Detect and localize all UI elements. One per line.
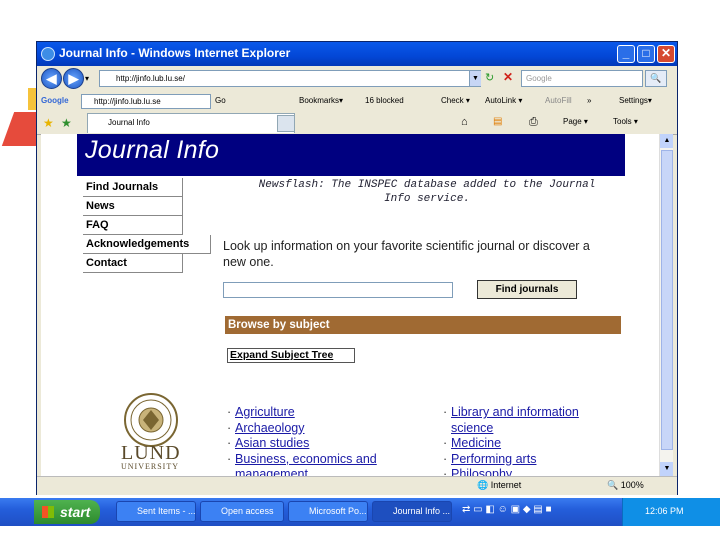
vertical-scrollbar[interactable]: ▲ ▼: [659, 134, 673, 476]
newsflash-line-2: Info service.: [384, 193, 470, 205]
refresh-icon[interactable]: ↻: [485, 71, 494, 84]
subject-library-science[interactable]: · Library and information: [443, 405, 579, 421]
globe-icon: 🌐: [477, 480, 491, 490]
google-settings-menu[interactable]: Settings▾: [619, 96, 652, 105]
nav-acknowledgements[interactable]: Acknowledgements: [83, 235, 211, 254]
subject-library-science-cont[interactable]: science: [443, 421, 493, 437]
taskbar: start Sent Items - ... Open access Micro…: [0, 498, 720, 526]
subject-asian-studies[interactable]: · Asian studies: [227, 436, 309, 452]
taskbar-microsoft-powerpoint[interactable]: Microsoft Po...: [288, 501, 368, 522]
scroll-up-arrow-icon[interactable]: ▲: [660, 134, 673, 148]
home-icon[interactable]: ⌂: [461, 116, 468, 128]
find-journals-button[interactable]: Find journals: [477, 280, 577, 299]
autofill-button[interactable]: AutoFill: [545, 96, 572, 105]
zoom-level[interactable]: 🔍 100%: [607, 480, 644, 491]
tools-menu[interactable]: Tools ▾: [613, 117, 638, 126]
nav-contact[interactable]: Contact: [83, 254, 183, 273]
scroll-thumb[interactable]: [661, 150, 673, 450]
expand-subject-tree-button[interactable]: Expand Subject Tree: [227, 348, 355, 363]
google-logo: Google: [41, 96, 69, 105]
tab-journal-info[interactable]: Journal Info: [87, 113, 295, 133]
google-toolbar: Google http://jinfo.lub.lu.se Go Bookmar…: [37, 92, 677, 112]
nav-news[interactable]: News: [83, 197, 183, 216]
subject-archaeology[interactable]: · Archaeology: [227, 421, 305, 437]
google-search-field[interactable]: http://jinfo.lub.lu.se: [81, 94, 211, 109]
journal-info-page: Journal Info Find Journals News FAQ Ackn…: [77, 134, 625, 476]
system-tray: 12:06 PM: [622, 498, 720, 526]
status-bar: 🌐 Internet 🔍 100%: [37, 476, 677, 495]
minimize-button[interactable]: _: [617, 45, 635, 63]
subject-philosophy[interactable]: · Philosophy: [443, 467, 512, 476]
bookmarks-menu[interactable]: Bookmarks▾: [299, 96, 343, 105]
windows-flag-icon: [42, 506, 54, 518]
page-content: Journal Info Find Journals News FAQ Ackn…: [41, 134, 673, 476]
security-zone: 🌐 Internet: [477, 480, 522, 490]
maximize-button[interactable]: □: [637, 45, 655, 63]
search-icon[interactable]: 🔍: [645, 70, 667, 87]
address-dropdown-icon[interactable]: ▼: [469, 71, 481, 86]
popup-blocker[interactable]: 16 blocked: [365, 96, 404, 105]
taskbar-sent-items[interactable]: Sent Items - ...: [116, 501, 196, 522]
stop-icon[interactable]: ✕: [503, 70, 513, 84]
site-banner: Journal Info: [77, 134, 625, 176]
subject-performing-arts[interactable]: · Performing arts: [443, 452, 536, 468]
intro-text: Look up information on your favorite sci…: [223, 239, 590, 269]
clock: 12:06 PM: [645, 506, 684, 516]
google-go-button[interactable]: Go: [215, 96, 226, 105]
newsflash-line-1: Newsflash: The INSPEC database added to …: [258, 179, 596, 191]
autolink-menu[interactable]: AutoLink ▾: [485, 96, 522, 105]
zoom-icon: 🔍: [607, 480, 621, 490]
lund-university-text: UNIVERSITY: [121, 462, 179, 471]
journal-search-input[interactable]: [223, 282, 453, 298]
window-title: Journal Info - Windows Internet Explorer: [59, 46, 291, 60]
search-input[interactable]: Google: [521, 70, 643, 87]
page-menu[interactable]: Page ▾: [563, 117, 588, 126]
close-button[interactable]: ✕: [657, 45, 675, 63]
print-icon[interactable]: ⎙: [529, 116, 538, 129]
toolbar-more-button[interactable]: »: [587, 96, 591, 105]
nav-find-journals[interactable]: Find Journals: [83, 178, 183, 197]
browse-by-subject-header: Browse by subject: [225, 316, 621, 334]
feeds-icon[interactable]: ▤: [493, 116, 502, 127]
history-dropdown-icon[interactable]: ▾: [85, 74, 89, 83]
back-button[interactable]: ◀: [41, 68, 62, 89]
scroll-down-arrow-icon[interactable]: ▼: [660, 462, 673, 476]
site-title: Journal Info: [85, 136, 220, 164]
subject-business-cont[interactable]: management: [227, 467, 308, 476]
new-tab-button[interactable]: [277, 115, 295, 132]
start-button[interactable]: start: [34, 500, 100, 524]
quick-launch-icons[interactable]: ⇄ ▭ ◧ ☺ ▣ ◆ ▤ ■: [462, 504, 552, 515]
tab-bar: ★ ★ Journal Info ⌂ ▤ ⎙ Page ▾ Tools ▾: [37, 112, 677, 135]
subject-agriculture[interactable]: · Agriculture: [227, 405, 295, 421]
newsflash: Newsflash: The INSPEC database added to …: [227, 178, 627, 206]
add-favorites-icon[interactable]: ★: [61, 116, 72, 130]
address-toolbar: ◀ ▶ ▾ http://jinfo.lub.lu.se/ ▼ ↻ ✕ Goog…: [37, 66, 677, 93]
browser-window: Journal Info - Windows Internet Explorer…: [36, 41, 678, 495]
favorites-star-icon[interactable]: ★: [43, 116, 54, 130]
taskbar-journal-info[interactable]: Journal Info ...: [372, 501, 452, 522]
subject-medicine[interactable]: · Medicine: [443, 436, 501, 452]
subject-business[interactable]: · Business, economics and: [227, 452, 377, 468]
taskbar-open-access[interactable]: Open access: [200, 501, 284, 522]
title-bar[interactable]: Journal Info - Windows Internet Explorer…: [37, 42, 677, 66]
forward-button[interactable]: ▶: [63, 68, 84, 89]
address-field[interactable]: http://jinfo.lub.lu.se/: [99, 70, 481, 87]
spell-check-menu[interactable]: Check ▾: [441, 96, 470, 105]
nav-faq[interactable]: FAQ: [83, 216, 183, 235]
ie-logo-icon: [41, 47, 55, 61]
